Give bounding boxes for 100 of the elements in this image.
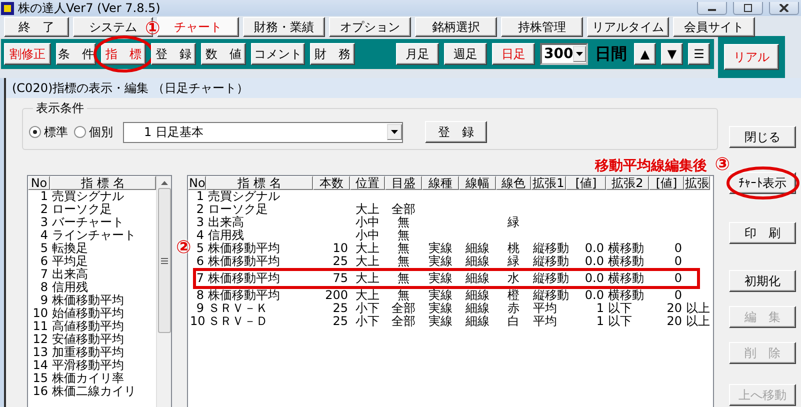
list-item[interactable]: 2 ローソク足 <box>28 203 156 216</box>
table-cell-text: 実線 <box>428 302 454 315</box>
table-cell-text: ＳＲＶ－Ｋ <box>207 302 269 315</box>
radio-option[interactable]: 個別 <box>74 124 113 140</box>
table-cell-text: 4 <box>195 229 205 242</box>
column-header[interactable]: 線種 <box>422 176 459 190</box>
column-header[interactable]: 本数 <box>313 176 350 190</box>
list-item[interactable]: 12 安値移動平均 <box>28 333 156 346</box>
column-header[interactable]: 目盛 <box>385 176 422 190</box>
maximize-button[interactable] <box>733 2 763 14</box>
column-header[interactable]: 線色 <box>496 176 531 190</box>
preset-dropdown[interactable]: 1 日足基本 <box>123 122 403 142</box>
table-cell-text: 6 <box>195 255 205 268</box>
period-button[interactable]: 週足 <box>444 43 487 65</box>
column-header[interactable]: [値] <box>649 176 684 190</box>
toolbar-button[interactable]: 指 標 <box>101 43 146 65</box>
radio-option[interactable]: 標準 <box>29 124 68 140</box>
column-header[interactable]: 指 標 名 <box>50 176 156 190</box>
column-header[interactable]: No <box>188 176 206 190</box>
toolbar-button[interactable]: 条 件 <box>56 43 96 65</box>
scroll-button[interactable]: ▼ <box>661 43 683 65</box>
column-header[interactable]: [値] <box>566 176 606 190</box>
menu-tab[interactable]: 持株管理 <box>501 17 583 37</box>
app-icon <box>1 2 14 14</box>
step-marker: ③ <box>714 155 730 175</box>
window-title: 株の達人Ver7 (Ver 7.8.5) <box>18 0 162 16</box>
menu-tab[interactable]: オプション <box>329 17 411 37</box>
side-button[interactable]: 初期化 <box>729 270 796 292</box>
toolbar-button[interactable]: コメント <box>251 43 305 65</box>
side-button[interactable]: 印 刷 <box>729 222 796 244</box>
menu-tab[interactable]: 会員サイト <box>673 17 755 37</box>
table-cell-text: 9 <box>195 302 205 315</box>
side-button[interactable]: ﾁｬｰﾄ表示 <box>729 172 796 194</box>
table-cell-text: 横移動 <box>607 289 645 302</box>
list-item[interactable]: 15 株価カイリ率 <box>28 372 156 385</box>
table-cell-text: 小中 <box>354 216 380 229</box>
scrollbar[interactable] <box>156 176 171 407</box>
table-cell-text: 横移動 <box>607 255 645 268</box>
table-cell-text: 無 <box>396 255 410 268</box>
table-cell-text: 株価移動平均 <box>207 242 281 255</box>
list-item[interactable]: 13 加重移動平均 <box>28 346 156 359</box>
list-item[interactable]: 8 信用残 <box>28 281 156 294</box>
table-cell-text: 出来高 <box>207 216 245 229</box>
table-cell-text: 3 <box>195 216 205 229</box>
table-cell-text: 赤 <box>506 302 520 315</box>
close-button[interactable] <box>769 2 799 14</box>
column-header[interactable]: 拡張2 <box>606 176 649 190</box>
list-item[interactable]: 1 売買シグナル <box>28 190 156 203</box>
list-item[interactable]: 9 株価移動平均 <box>28 294 156 307</box>
menu-tab[interactable]: 銘柄選択 <box>415 17 497 37</box>
table-cell-text: 実線 <box>428 289 454 302</box>
list-item[interactable]: 6 平均足 <box>28 255 156 268</box>
table-cell-text: ローソク足 <box>207 203 269 216</box>
table-cell-text: 0 <box>673 272 683 285</box>
table-cell-text: 縦移動 <box>532 242 566 255</box>
table-cell-text: 細線 <box>464 255 490 268</box>
table-cell-text: 以下 <box>607 315 633 328</box>
table-cell-text: 売買シグナル <box>207 190 281 203</box>
table-cell-text: 以下 <box>607 302 633 315</box>
table-cell-text: 無 <box>396 242 410 255</box>
menu-tab[interactable]: 終 了 <box>4 17 69 37</box>
menu-tab[interactable]: リアルタイム <box>587 17 669 37</box>
toolbar-button[interactable]: 数 値 <box>201 43 246 65</box>
table-cell-text: 平均 <box>532 315 558 328</box>
register-button[interactable]: 登 録 <box>425 121 487 143</box>
table-cell-text: 白 <box>506 315 520 328</box>
table-cell-text: 1 <box>595 302 605 315</box>
toolbar-button[interactable]: 財 務 <box>310 43 355 65</box>
menu-tab[interactable]: 財務・業績 <box>243 17 325 37</box>
list-item[interactable]: 14 平滑移動平均 <box>28 359 156 372</box>
column-header[interactable]: 指 標 名 <box>206 176 313 190</box>
table-cell-text: 大上 <box>354 203 380 216</box>
list-item[interactable]: 7 出来高 <box>28 268 156 281</box>
side-button[interactable]: 閉じる <box>729 126 796 148</box>
period-button[interactable]: 日足 <box>492 43 535 65</box>
scroll-button[interactable]: ▲ <box>634 43 656 65</box>
column-header[interactable]: 拡張1 <box>531 176 566 190</box>
column-header[interactable]: 線幅 <box>459 176 496 190</box>
scroll-button[interactable]: ☰ <box>688 43 710 65</box>
list-item[interactable]: 11 高値移動平均 <box>28 320 156 333</box>
dialog-title: (C020)指標の表示・編集 （日足チャート） <box>6 78 801 98</box>
minimize-button[interactable] <box>697 2 727 14</box>
column-header[interactable]: 拡張 <box>684 176 710 190</box>
column-header[interactable]: 位置 <box>350 176 385 190</box>
toolbar-button[interactable]: 登 録 <box>151 43 196 65</box>
step-marker: ② <box>176 238 192 258</box>
list-item[interactable]: 3 バーチャート <box>28 216 156 229</box>
table-cell-text: 実線 <box>428 272 454 285</box>
table-cell-text: 8 <box>195 289 205 302</box>
realtime-button[interactable]: リアル <box>724 44 779 70</box>
list-item[interactable]: 10 始値移動平均 <box>28 307 156 320</box>
list-item[interactable]: 5 転換足 <box>28 242 156 255</box>
table-cell-text: 平均 <box>532 302 558 315</box>
column-header[interactable]: No <box>28 176 50 190</box>
period-button[interactable]: 月足 <box>396 43 439 65</box>
list-item[interactable]: 16 株価二線カイリ <box>28 385 156 398</box>
toolbar-button[interactable]: 割修正 <box>4 43 51 65</box>
table-cell-text: 細線 <box>464 302 490 315</box>
list-item[interactable]: 4 ラインチャート <box>28 229 156 242</box>
days-select[interactable]: 300 <box>540 43 588 65</box>
